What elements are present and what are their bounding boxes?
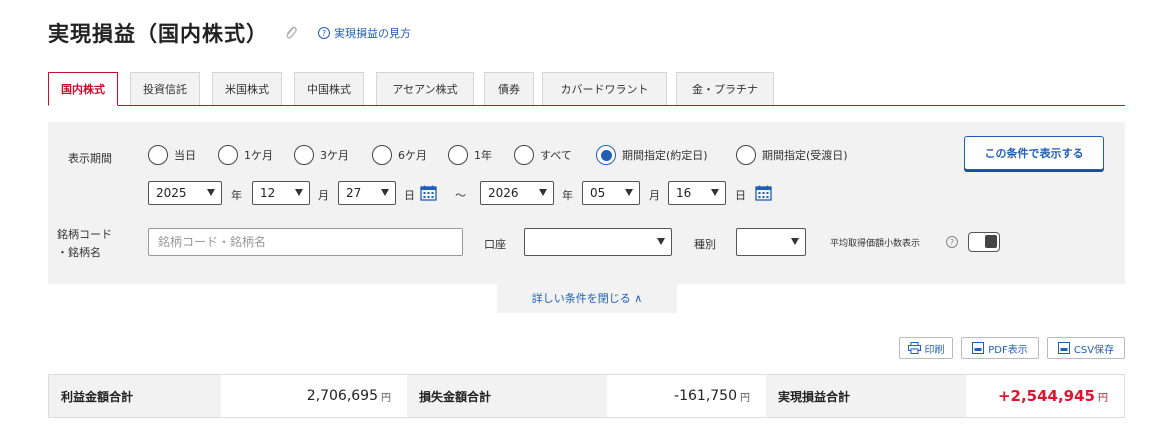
tab-covered-warrants[interactable]: カバードワラント (542, 72, 667, 105)
chevron-down-icon (295, 189, 303, 196)
type-select[interactable] (736, 228, 806, 256)
period-radio-trade-date[interactable]: 期間指定(約定日) (596, 145, 708, 165)
period-radio-1month[interactable]: 1ケ月 (218, 145, 273, 165)
csv-button[interactable]: CSV保存 (1047, 337, 1125, 359)
period-radio-all[interactable]: すべて (514, 145, 572, 165)
printer-icon (907, 342, 921, 354)
collapse-conditions-button[interactable]: 詳しい条件を閉じる ∧ (497, 283, 677, 313)
csv-file-icon (1057, 342, 1070, 354)
print-button[interactable]: 印刷 (899, 337, 953, 359)
question-circle-icon: ? (318, 27, 330, 39)
to-month-select[interactable]: 05 (582, 181, 640, 205)
help-link-label: 実現損益の見方 (334, 27, 411, 40)
loss-total-value: -161,750 円 (607, 375, 766, 417)
tab-asean-stocks[interactable]: アセアン株式 (376, 72, 474, 105)
period-radio-6month[interactable]: 6ケ月 (372, 145, 427, 165)
period-label: 表示期間 (68, 152, 112, 165)
market-tabs: 国内株式 投資信託 米国株式 中国株式 アセアン株式 債券 カバードワラント 金… (48, 72, 1125, 106)
unit-year: 年 (562, 189, 573, 202)
pdf-file-icon (972, 342, 985, 354)
range-separator: ～ (455, 189, 466, 202)
chevron-down-icon (625, 189, 633, 196)
period-radio-3month[interactable]: 3ケ月 (294, 145, 349, 165)
from-day-select[interactable]: 27 (338, 181, 396, 205)
tab-china-stocks[interactable]: 中国株式 (294, 72, 364, 105)
stock-code-input[interactable] (148, 228, 463, 256)
account-select[interactable] (524, 228, 672, 256)
apply-conditions-button[interactable]: この条件で表示する (964, 136, 1104, 170)
pdf-button[interactable]: PDF表示 (961, 337, 1039, 359)
calendar-icon[interactable] (420, 185, 437, 201)
help-link[interactable]: ? 実現損益の見方 (318, 25, 411, 41)
code-label-line2: ・銘柄名 (57, 246, 101, 259)
radio-circle (372, 145, 392, 165)
loss-total-label: 損失金額合計 (407, 375, 607, 417)
unit-day: 日 (404, 189, 415, 202)
to-day-select[interactable]: 16 (668, 181, 726, 205)
page-title: 実現損益（国内株式） (48, 22, 268, 46)
to-year-select[interactable]: 2026 (480, 181, 554, 205)
radio-circle (218, 145, 238, 165)
radio-circle (736, 145, 756, 165)
code-label-line1: 銘柄コード (57, 228, 112, 241)
radio-circle (514, 145, 534, 165)
decimal-display-toggle[interactable] (968, 232, 1000, 252)
tab-domestic-stocks[interactable]: 国内株式 (48, 72, 118, 106)
decimal-display-label: 平均取得価額小数表示 (830, 239, 921, 249)
profit-total-label: 利益金額合計 (49, 375, 221, 417)
tab-investment-trusts[interactable]: 投資信託 (130, 72, 200, 105)
unit-year: 年 (231, 189, 242, 202)
unit-day: 日 (735, 189, 746, 202)
radio-circle (148, 145, 168, 165)
profit-total-value: 2,706,695 円 (221, 375, 407, 417)
chevron-down-icon (711, 189, 719, 196)
unit-month: 月 (649, 189, 660, 202)
chevron-down-icon (657, 238, 665, 245)
calendar-icon[interactable] (755, 185, 772, 201)
realized-pl-total-label: 実現損益合計 (766, 375, 966, 417)
account-label: 口座 (484, 238, 506, 251)
toggle-knob (985, 235, 997, 248)
realized-pl-total-value: +2,544,945 円 (966, 375, 1124, 417)
type-label: 種別 (694, 238, 716, 251)
chevron-down-icon (791, 238, 799, 245)
period-radio-1year[interactable]: 1年 (448, 145, 492, 165)
tab-gold-platinum[interactable]: 金・プラチナ (676, 72, 774, 105)
radio-circle-selected (596, 145, 616, 165)
summary-table: 利益金額合計 2,706,695 円 損失金額合計 -161,750 円 実現損益合… (48, 374, 1125, 418)
tab-us-stocks[interactable]: 米国株式 (212, 72, 282, 105)
unit-month: 月 (318, 189, 329, 202)
tab-bonds[interactable]: 債券 (484, 72, 534, 105)
radio-circle (448, 145, 468, 165)
period-radio-settlement-date[interactable]: 期間指定(受渡日) (736, 145, 848, 165)
filter-panel: 表示期間 当日 1ケ月 3ケ月 6ケ月 1年 すべて 期間指定(約定日) 期間指… (48, 122, 1125, 284)
chevron-down-icon (381, 189, 389, 196)
help-circle-icon[interactable]: ? (946, 236, 958, 248)
radio-circle (294, 145, 314, 165)
period-radio-today[interactable]: 当日 (148, 145, 196, 165)
from-year-select[interactable]: 2025 (148, 181, 222, 205)
chevron-down-icon (207, 189, 215, 196)
title-row: 実現損益（国内株式） ? 実現損益の見方 (48, 18, 411, 48)
paperclip-icon[interactable] (282, 24, 300, 42)
from-month-select[interactable]: 12 (252, 181, 310, 205)
chevron-down-icon (539, 189, 547, 196)
